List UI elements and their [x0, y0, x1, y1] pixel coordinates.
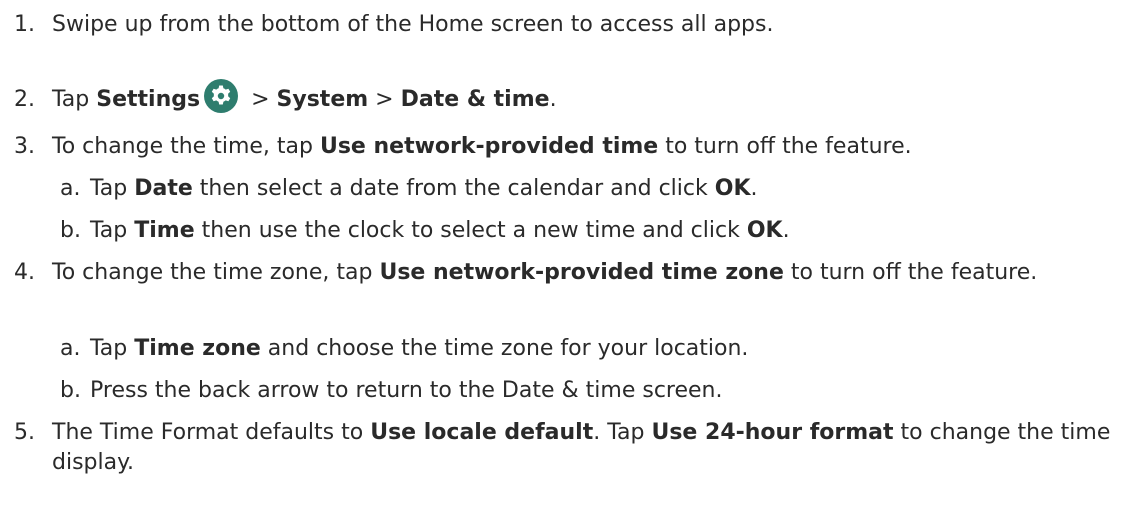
- substep-text: then use the clock to select a new time …: [194, 218, 747, 243]
- ok-label: OK: [714, 176, 751, 201]
- substep-text: Tap: [90, 176, 135, 201]
- network-time-label: Use network-provided time: [319, 134, 659, 159]
- step-number: 5.: [14, 420, 35, 445]
- punctuation: .: [782, 218, 790, 243]
- step-number: 4.: [14, 260, 35, 285]
- step-1: 1. Swipe up from the bottom of the Home s…: [14, 10, 1131, 40]
- step-3a: a. Tap Date then select a date from the c…: [60, 174, 1131, 204]
- settings-gear-icon: [204, 79, 239, 113]
- step-text: To change the time, tap: [52, 134, 320, 159]
- system-label: System: [276, 87, 369, 112]
- step-text: to turn off the feature.: [658, 134, 912, 159]
- step-3: 3. To change the time, tap Use network-pr…: [14, 132, 1131, 162]
- step-text: To change the time zone, tap: [52, 260, 380, 285]
- substep-text: and choose the time zone for your locati…: [260, 336, 749, 361]
- step-number: 1.: [14, 12, 35, 37]
- ok-label: OK: [746, 218, 783, 243]
- substep-text: Tap: [90, 218, 135, 243]
- step-4-paragraph: 4. To change the time zone, tap Use netwo…: [14, 258, 1131, 288]
- substep-text: then select a date from the calendar and…: [192, 176, 715, 201]
- date-time-label: Date & time: [400, 87, 550, 112]
- step-4b: b. Press the back arrow to return to the …: [60, 376, 1131, 406]
- punctuation: .: [549, 87, 557, 112]
- settings-label: Settings: [96, 87, 201, 112]
- separator: >: [244, 87, 277, 112]
- punctuation: .: [750, 176, 758, 201]
- substep-text: Tap: [90, 336, 135, 361]
- step-number: 3.: [14, 134, 35, 159]
- step-4: 4. To change the time zone, tap Use netwo…: [14, 258, 1131, 288]
- substep-letter: b.: [60, 378, 81, 403]
- step-5: 5. The Time Format defaults to Use locale…: [14, 418, 1131, 478]
- 24-hour-format-label: Use 24-hour format: [651, 420, 894, 445]
- substep-text: Press the back arrow to return to the Da…: [90, 378, 723, 403]
- separator: >: [368, 87, 401, 112]
- step-text: The Time Format defaults to: [52, 420, 371, 445]
- step-number: 2.: [14, 87, 35, 112]
- substep-letter: b.: [60, 218, 81, 243]
- substep-letter: a.: [60, 176, 81, 201]
- step-3b: b. Tap Time then use the clock to select …: [60, 216, 1131, 246]
- substep-letter: a.: [60, 336, 81, 361]
- time-zone-label: Time zone: [134, 336, 261, 361]
- locale-default-label: Use locale default: [370, 420, 594, 445]
- network-time-zone-label: Use network-provided time zone: [379, 260, 784, 285]
- instructions-page: 1. Swipe up from the bottom of the Home s…: [0, 0, 1137, 510]
- time-label: Time: [134, 218, 195, 243]
- step-text: . Tap: [593, 420, 652, 445]
- step-text: to turn off the feature.: [783, 260, 1038, 285]
- step-4a: a. Tap Time zone and choose the time zone…: [60, 334, 1131, 364]
- step-5-paragraph: 5. The Time Format defaults to Use locale…: [14, 418, 1131, 478]
- date-label: Date: [134, 176, 193, 201]
- step-text: Swipe up from the bottom of the Home scr…: [52, 12, 774, 37]
- step-2: 2. Tap Settings > System > Date & time.: [14, 79, 1131, 115]
- step-text: Tap: [52, 87, 97, 112]
